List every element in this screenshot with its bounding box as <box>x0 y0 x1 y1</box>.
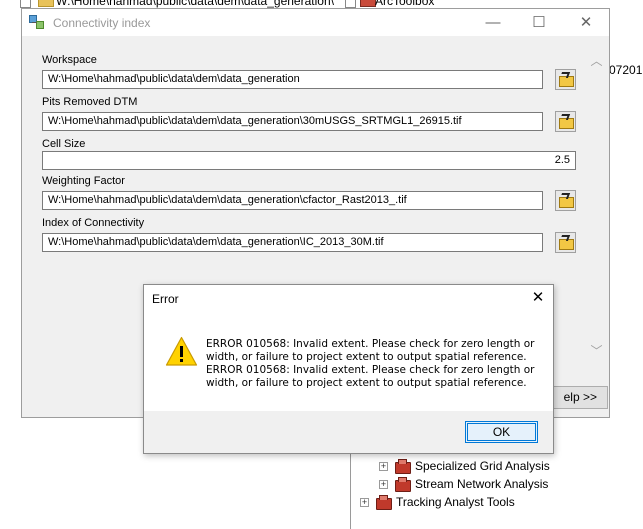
minimize-button[interactable]: — <box>470 9 516 36</box>
collapse-box-icon <box>345 0 356 8</box>
toolbox-icon <box>394 477 411 492</box>
ok-button[interactable]: OK <box>465 421 538 443</box>
cell-size-input[interactable]: 2.5 <box>42 151 576 170</box>
scroll-up-icon[interactable]: ︿ <box>588 53 605 70</box>
error-close-button[interactable]: ✕ <box>528 288 548 308</box>
close-button[interactable]: ✕ <box>563 9 609 36</box>
index-of-connectivity-label: Index of Connectivity <box>42 217 145 229</box>
tree-item-label: Specialized Grid Analysis <box>415 459 550 473</box>
error-message-line: width, or failure to project extent to o… <box>206 377 527 389</box>
pits-removed-dtm-input[interactable]: W:\Home\hahmad\public\data\dem\data_gene… <box>42 112 543 131</box>
weighting-factor-browse-button[interactable] <box>555 190 576 211</box>
collapse-box-icon <box>20 0 31 8</box>
background-clipped-text: 072016 <box>609 63 643 77</box>
tree-item-specialized-grid-analysis[interactable]: + Specialized Grid Analysis <box>379 457 550 475</box>
weighting-factor-label: Weighting Factor <box>42 175 125 187</box>
index-of-connectivity-browse-button[interactable] <box>555 232 576 253</box>
workspace-input[interactable]: W:\Home\hahmad\public\data\dem\data_gene… <box>42 70 543 89</box>
open-folder-icon <box>559 195 574 208</box>
expand-icon[interactable]: + <box>379 479 388 489</box>
error-dialog-title: Error <box>152 292 179 306</box>
toolbox-icon <box>360 0 376 7</box>
title-bar[interactable]: Connectivity index — ☐ ✕ <box>22 9 609 36</box>
workspace-label: Workspace <box>42 54 97 66</box>
error-message-line: ERROR 010568: Invalid extent. Please che… <box>206 338 535 350</box>
tree-item-label: Stream Network Analysis <box>415 477 549 491</box>
toolbox-icon <box>394 459 411 474</box>
open-folder-icon <box>559 116 574 129</box>
dialog-title: Connectivity index <box>53 16 151 30</box>
pits-removed-dtm-label: Pits Removed DTM <box>42 96 138 108</box>
cell-size-label: Cell Size <box>42 138 86 150</box>
error-dialog-footer: OK <box>144 411 553 453</box>
tree-item-tracking-analyst-tools[interactable]: + Tracking Analyst Tools <box>360 493 515 511</box>
error-message-line: width, or failure to project extent to o… <box>206 351 527 363</box>
vertical-scrollbar[interactable]: ︿ ﹀ <box>588 36 605 376</box>
folder-icon <box>38 0 54 7</box>
scroll-down-icon[interactable]: ﹀ <box>588 343 605 360</box>
pits-removed-dtm-browse-button[interactable] <box>555 111 576 132</box>
error-message: ERROR 010568: Invalid extent. Please che… <box>206 338 546 390</box>
expand-icon[interactable]: + <box>360 497 369 507</box>
toolbox-icon <box>375 495 392 510</box>
error-dialog: Error ✕ ERROR 010568: Invalid extent. Pl… <box>143 284 554 454</box>
tree-item-label: Tracking Analyst Tools <box>396 495 515 509</box>
error-message-line: ERROR 010568: Invalid extent. Please che… <box>206 364 535 376</box>
maximize-button[interactable]: ☐ <box>516 9 562 36</box>
index-of-connectivity-input[interactable]: W:\Home\hahmad\public\data\dem\data_gene… <box>42 233 543 252</box>
open-folder-icon <box>559 237 574 250</box>
weighting-factor-input[interactable]: W:\Home\hahmad\public\data\dem\data_gene… <box>42 191 543 210</box>
background-toolbox-text: ArcToolbox <box>375 0 435 8</box>
expand-icon[interactable]: + <box>379 461 388 471</box>
tool-icon <box>29 15 45 29</box>
background-path-text: W:\Home\hahmad\public\data\dem\data_gene… <box>56 0 334 8</box>
workspace-browse-button[interactable] <box>555 69 576 90</box>
open-folder-icon <box>559 74 574 87</box>
tree-item-stream-network-analysis[interactable]: + Stream Network Analysis <box>379 475 548 493</box>
warning-icon <box>165 336 198 366</box>
